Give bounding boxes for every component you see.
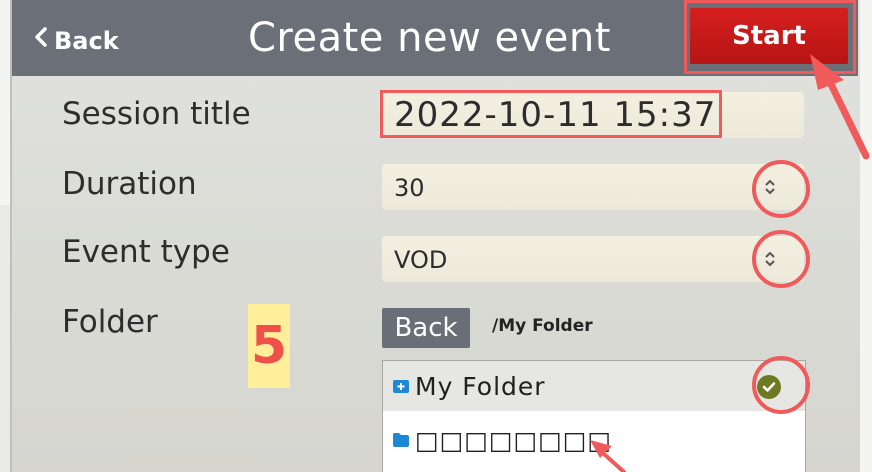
annotation-arrow-icon — [590, 440, 626, 472]
annotation-arrow-icon — [810, 54, 870, 160]
annotation-arrows — [590, 54, 870, 472]
